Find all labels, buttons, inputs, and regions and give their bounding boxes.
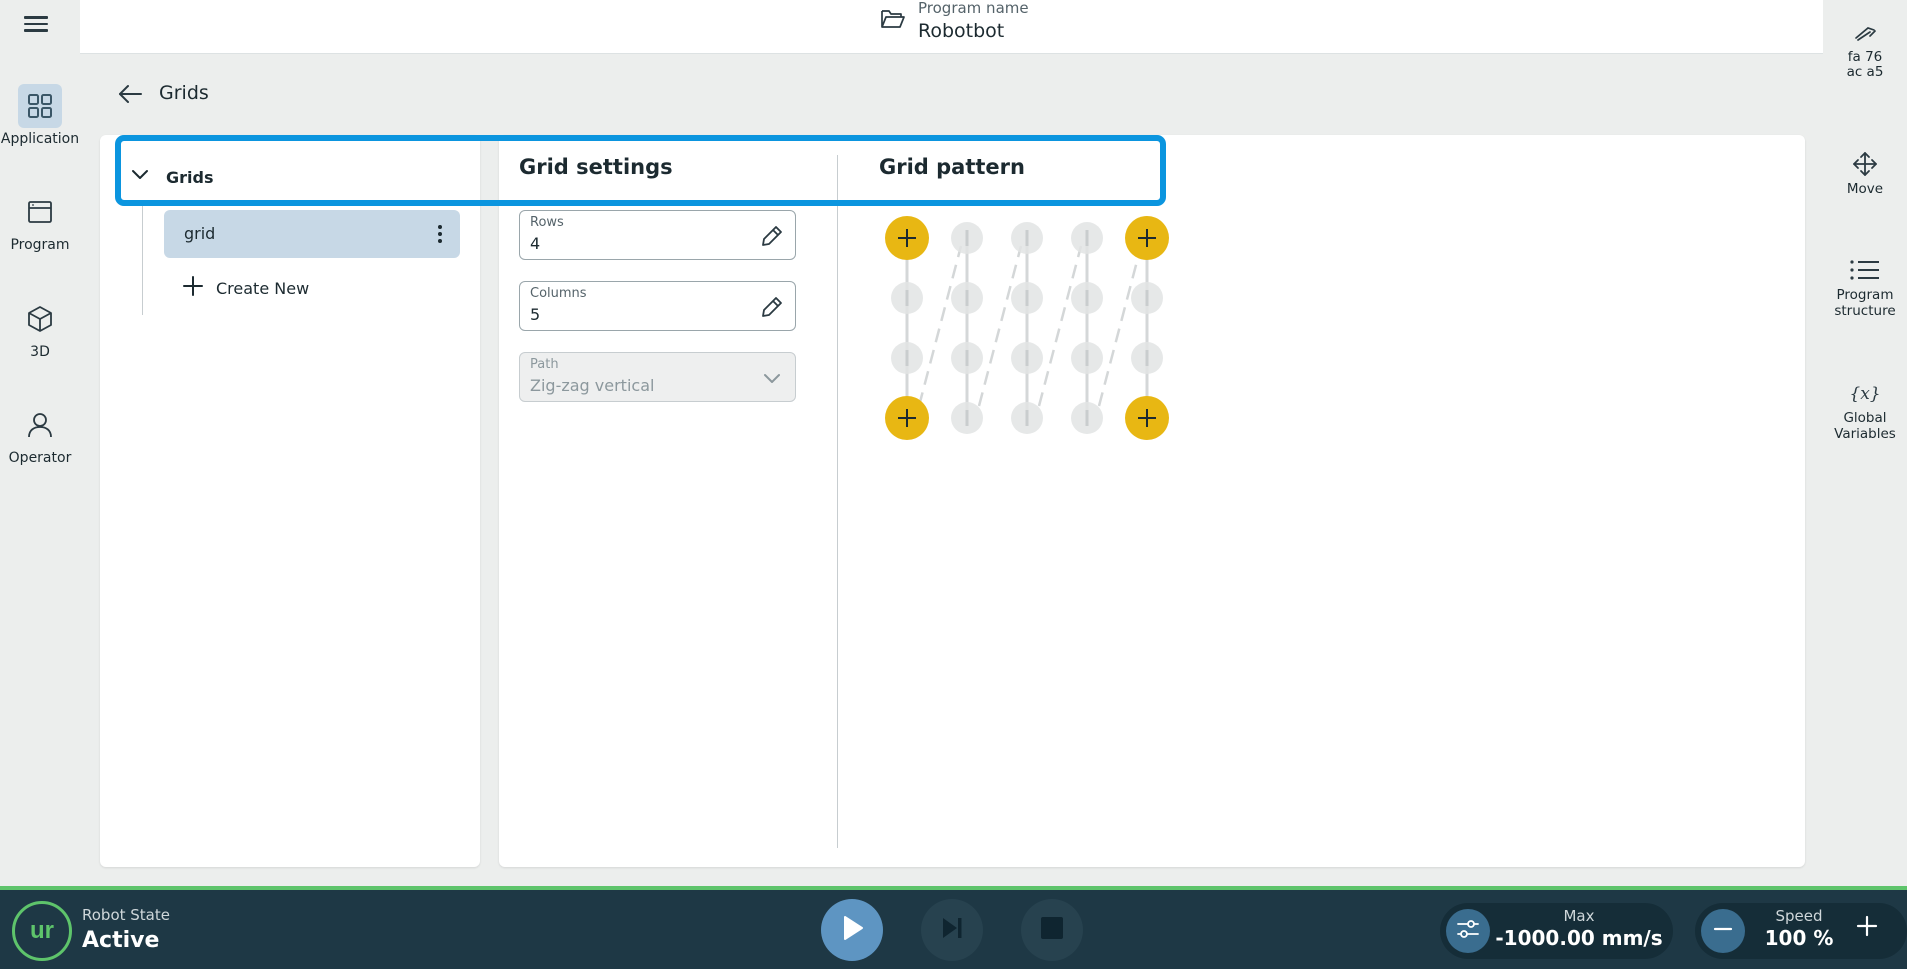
grid-path-lines bbox=[905, 245, 1149, 410]
nav-label: Program bbox=[1836, 287, 1894, 303]
window-icon bbox=[18, 190, 62, 234]
plus-icon bbox=[182, 275, 204, 301]
grid-pattern-title: Grid pattern bbox=[879, 155, 1025, 179]
hamburger-menu-icon[interactable] bbox=[22, 12, 50, 34]
speed-label: Speed bbox=[1775, 907, 1823, 925]
corner-point-button[interactable] bbox=[1125, 396, 1169, 440]
skip-next-icon bbox=[938, 914, 966, 946]
svg-text:{x}: {x} bbox=[1849, 384, 1880, 404]
nav-label: Operator bbox=[8, 450, 72, 466]
nav-label: Application bbox=[0, 131, 80, 147]
stop-icon bbox=[1039, 915, 1065, 945]
columns-field[interactable]: Columns 5 bbox=[519, 281, 796, 331]
top-header: Program name Robotbot bbox=[80, 0, 1823, 54]
cube-icon bbox=[18, 297, 62, 341]
robot-id-button[interactable]: fa 76 ac a5 bbox=[1823, 16, 1907, 80]
nav-item-move[interactable]: Move bbox=[1823, 147, 1907, 197]
speed-settings-button[interactable] bbox=[1446, 909, 1490, 953]
person-icon bbox=[18, 403, 62, 447]
nav-label: Program bbox=[10, 237, 70, 253]
path-value: Zig-zag vertical bbox=[530, 376, 655, 395]
left-nav-rail: Application Program 3D Operator bbox=[0, 0, 80, 886]
nav-item-program-structure[interactable]: Program structure bbox=[1823, 253, 1907, 319]
corner-point-button[interactable] bbox=[885, 216, 929, 260]
corner-point-button[interactable] bbox=[1125, 216, 1169, 260]
nav-label: Variables bbox=[1834, 426, 1896, 442]
grid-apps-icon bbox=[18, 84, 62, 128]
folder-open-icon[interactable] bbox=[880, 7, 906, 35]
grid-connector-path bbox=[1097, 245, 1143, 407]
page-title: Grids bbox=[159, 82, 209, 104]
list-icon bbox=[1823, 253, 1907, 287]
nav-item-application[interactable]: Application bbox=[0, 84, 80, 147]
section-divider bbox=[837, 155, 838, 848]
minus-icon bbox=[1712, 918, 1734, 944]
play-icon bbox=[839, 914, 865, 946]
grid-settings-title: Grid settings bbox=[519, 155, 673, 179]
grids-group-label: Grids bbox=[166, 167, 214, 187]
grid-connector-path bbox=[1037, 245, 1083, 407]
robot-id-line1: fa 76 bbox=[1847, 49, 1883, 65]
nav-label: Move bbox=[1846, 181, 1884, 197]
columns-value: 5 bbox=[530, 305, 541, 324]
right-nav-rail: fa 76 ac a5 Move Program structure {x} G… bbox=[1823, 0, 1907, 886]
play-button[interactable] bbox=[821, 899, 883, 961]
chevron-down-icon bbox=[130, 165, 150, 189]
nav-item-global-variables[interactable]: {x} Global Variables bbox=[1823, 376, 1907, 442]
nav-item-operator[interactable]: Operator bbox=[0, 403, 80, 466]
nav-item-3d[interactable]: 3D bbox=[0, 297, 80, 360]
stop-button[interactable] bbox=[1021, 899, 1083, 961]
create-new-label: Create New bbox=[216, 278, 310, 298]
speed-value: 100 % bbox=[1764, 926, 1834, 950]
bottom-control-bar: ur Robot State Active Max -1000.00 mm/s bbox=[0, 890, 1907, 969]
grid-connector-path bbox=[977, 245, 1023, 407]
grids-tree-panel: Grids grid Create New bbox=[100, 135, 480, 867]
plus-icon bbox=[1855, 914, 1879, 942]
nav-label: Global bbox=[1843, 410, 1887, 426]
program-name[interactable]: Robotbot bbox=[918, 20, 1004, 42]
more-options-icon[interactable] bbox=[436, 223, 444, 245]
pencil-edit-icon[interactable] bbox=[759, 223, 785, 249]
ur-logo: ur bbox=[12, 901, 72, 961]
nav-label: structure bbox=[1834, 303, 1896, 319]
nav-item-program[interactable]: Program bbox=[0, 190, 80, 253]
create-new-button[interactable]: Create New bbox=[182, 275, 309, 301]
move-arrows-icon bbox=[1823, 147, 1907, 181]
max-speed-value: -1000.00 mm/s bbox=[1495, 926, 1663, 950]
max-label: Max bbox=[1563, 907, 1595, 925]
sliders-icon bbox=[1456, 918, 1480, 944]
rows-field[interactable]: Rows 4 bbox=[519, 210, 796, 260]
grids-group-toggle[interactable]: Grids bbox=[130, 165, 213, 189]
program-name-label: Program name bbox=[918, 0, 1029, 17]
tree-connector-line bbox=[142, 205, 143, 315]
columns-label: Columns bbox=[530, 286, 587, 301]
step-button[interactable] bbox=[921, 899, 983, 961]
tree-item-grid[interactable]: grid bbox=[164, 210, 460, 258]
grid-connector-path bbox=[917, 245, 963, 407]
path-select: Path Zig-zag vertical bbox=[519, 352, 796, 402]
path-label: Path bbox=[530, 357, 559, 372]
variable-icon: {x} bbox=[1823, 376, 1907, 410]
robot-id-line2: ac a5 bbox=[1846, 64, 1884, 80]
chevron-down-icon bbox=[759, 365, 785, 391]
nav-label: 3D bbox=[30, 344, 50, 360]
back-arrow-icon[interactable] bbox=[115, 80, 145, 108]
pencil-edit-icon[interactable] bbox=[759, 294, 785, 320]
max-speed-pill: Max -1000.00 mm/s bbox=[1440, 903, 1673, 959]
rows-label: Rows bbox=[530, 215, 564, 230]
rows-value: 4 bbox=[530, 234, 541, 253]
tree-item-label: grid bbox=[184, 224, 216, 243]
grid-pattern-preview bbox=[885, 216, 1169, 440]
robot-arm-icon bbox=[1823, 16, 1907, 50]
speed-increase-button[interactable] bbox=[1845, 906, 1889, 950]
speed-decrease-button[interactable] bbox=[1701, 909, 1745, 953]
robot-state-value[interactable]: Active bbox=[82, 928, 159, 953]
robot-state-label: Robot State bbox=[82, 906, 170, 924]
corner-point-button[interactable] bbox=[885, 396, 929, 440]
